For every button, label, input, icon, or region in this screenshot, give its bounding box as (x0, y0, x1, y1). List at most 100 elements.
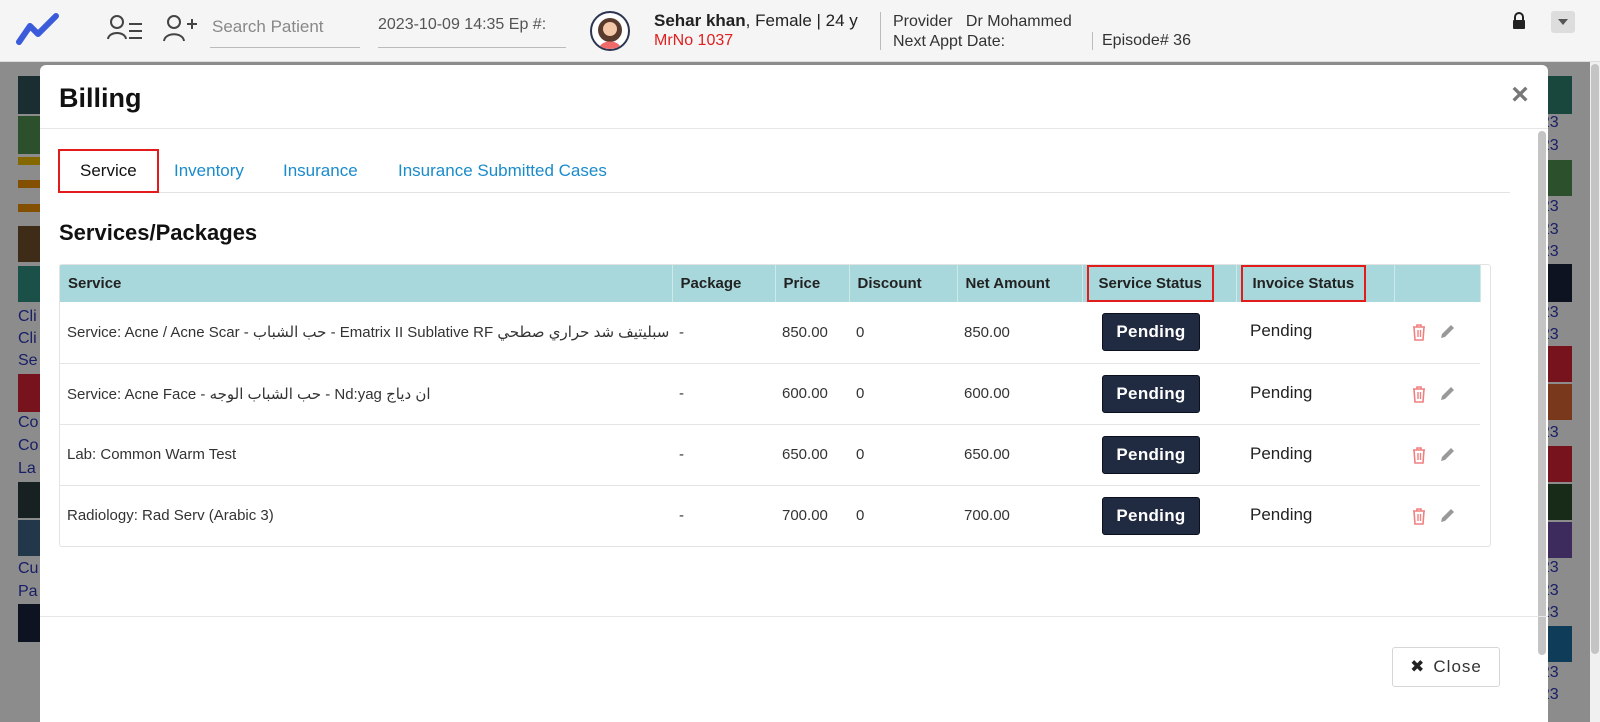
visit-datetime: 2023-10-09 14:35 Ep #: (378, 14, 566, 48)
modal-header: Billing × (40, 65, 1548, 129)
table-row: Service: Acne Face - حب الشباب الوجه - N… (60, 363, 1480, 425)
column-header-service: Service (60, 265, 673, 302)
patient-mrno: MrNo 1037 (654, 32, 734, 49)
table-row: Lab: Common Warm Test - 650.00 0 650.00 … (60, 424, 1480, 486)
cell-invoice-status: Pending (1236, 424, 1394, 486)
cell-service-status: Pending (1082, 363, 1236, 425)
provider-info: Provider Dr Mohammed Next Appt Date: (893, 12, 1072, 52)
cell-discount: 0 (856, 507, 865, 525)
cell-package: - (672, 424, 775, 486)
cell-service: Service: Acne Face - حب الشباب الوجه - N… (60, 363, 672, 425)
section-title: Services/Packages (59, 220, 258, 245)
service-status-button[interactable]: Pending (1102, 496, 1200, 535)
next-appt-label: Next Appt Date: (893, 33, 1006, 50)
episode-number: Episode# 36 (1102, 32, 1191, 49)
close-button-label: Close (1433, 657, 1482, 676)
tab-insurance-submitted-cases[interactable]: Insurance Submitted Cases (398, 149, 607, 193)
cell-discount: 0 (849, 302, 957, 364)
cell-invoice-status: Pending (1236, 302, 1394, 364)
app-logo-icon[interactable] (16, 12, 62, 46)
trash-icon[interactable] (1410, 384, 1428, 404)
cell-package: - (679, 507, 684, 525)
edit-pencil-icon[interactable] (1438, 322, 1456, 342)
invoice-status-text: Pending (1250, 321, 1313, 340)
column-header-invoice-status-label: Invoice Status (1240, 265, 1367, 302)
cell-invoice-status: Pending (1236, 363, 1394, 425)
modal-title: Billing (59, 83, 142, 113)
service-status-button[interactable]: Pending (1102, 374, 1200, 413)
cell-invoice-status: Pending (1236, 485, 1394, 546)
cell-service-status: Pending (1082, 302, 1236, 364)
cell-service-status: Pending (1082, 485, 1236, 546)
modal-scrollbar[interactable] (1536, 129, 1548, 657)
cell-actions (1394, 424, 1480, 486)
divider (880, 12, 881, 50)
user-menu-dropdown[interactable] (1551, 11, 1575, 33)
page-scrollbar[interactable] (1590, 62, 1600, 722)
billing-tabs: Service Inventory Insurance Insurance Su… (58, 147, 1510, 193)
invoice-status-text: Pending (1250, 504, 1313, 524)
cell-net-amount: 650.00 (957, 424, 1082, 486)
patient-name[interactable]: Sehar khan (654, 11, 746, 30)
tab-insurance[interactable]: Insurance (283, 149, 358, 193)
service-status-button[interactable]: Pending (1102, 435, 1200, 474)
services-table-container: Service Package Price Discount Net Amoun… (59, 264, 1491, 547)
column-header-invoice-status: Invoice Status (1236, 265, 1395, 302)
cell-actions (1394, 485, 1480, 546)
cell-price: 600.00 (775, 363, 849, 425)
tab-inventory[interactable]: Inventory (174, 149, 244, 193)
trash-icon[interactable] (1410, 506, 1428, 526)
table-header-row: Service Package Price Discount Net Amoun… (60, 265, 1481, 302)
provider-label: Provider (893, 13, 953, 30)
service-status-button[interactable]: Pending (1102, 313, 1200, 352)
cell-price: 700.00 (782, 507, 828, 525)
column-header-actions (1394, 265, 1481, 302)
patient-avatar[interactable] (590, 11, 630, 51)
cell-service: Service: Acne / Acne Scar - حب الشباب - … (60, 302, 672, 364)
close-icon[interactable]: × (1507, 80, 1533, 110)
modal-scrollbar-thumb[interactable] (1538, 131, 1546, 655)
provider-name: Dr Mohammed (965, 13, 1072, 30)
edit-pencil-icon[interactable] (1438, 506, 1456, 526)
invoice-status-text: Pending (1250, 382, 1313, 402)
trash-icon[interactable] (1410, 322, 1428, 342)
search-patient-field (210, 12, 360, 48)
avatar-icon (598, 18, 622, 49)
trash-icon[interactable] (1410, 445, 1428, 465)
close-button[interactable]: ✖ Close (1392, 647, 1500, 687)
cell-actions (1394, 302, 1480, 364)
cell-net-amount: 850.00 (957, 302, 1082, 364)
table-row: Service: Acne / Acne Scar - حب الشباب - … (60, 302, 1480, 364)
column-header-service-status: Service Status (1082, 265, 1237, 302)
cell-service: Lab: Common Warm Test (60, 424, 672, 486)
lock-icon[interactable] (1512, 12, 1526, 30)
edit-pencil-icon[interactable] (1438, 445, 1456, 465)
search-patient-input[interactable] (210, 12, 360, 42)
patient-meta: , Female | 24 y (745, 11, 858, 30)
column-header-net-amount: Net Amount (957, 265, 1083, 302)
invoice-status-text: Pending (1250, 443, 1313, 463)
cell-net-amount: 700.00 (964, 507, 1010, 525)
patient-list-icon[interactable] (106, 12, 144, 44)
cell-actions (1394, 363, 1480, 425)
edit-pencil-icon[interactable] (1438, 384, 1456, 404)
close-x-icon: ✖ (1410, 657, 1426, 676)
cell-service-status: Pending (1082, 424, 1236, 486)
cell-price: 650.00 (775, 424, 849, 486)
modal-footer: ✖ Close (40, 616, 1548, 722)
column-header-discount: Discount (849, 265, 958, 302)
tab-service[interactable]: Service (58, 149, 159, 193)
patient-info: Sehar khan, Female | 24 y MrNo 1037 (654, 11, 858, 50)
add-patient-icon[interactable] (162, 12, 200, 44)
column-header-package: Package (672, 265, 776, 302)
column-header-service-status-label: Service Status (1086, 265, 1214, 302)
cell-service: Radiology: Rad Serv (Arabic 3) (67, 507, 274, 525)
table-row: Radiology: Rad Serv (Arabic 3) - 700.00 … (60, 485, 1480, 546)
column-header-price: Price (775, 265, 850, 302)
page-scrollbar-thumb[interactable] (1591, 64, 1599, 654)
cell-discount: 0 (849, 424, 957, 486)
cell-discount: 0 (849, 363, 957, 425)
cell-package: - (672, 363, 775, 425)
cell-net-amount: 600.00 (957, 363, 1082, 425)
billing-modal: Billing × Service Inventory Insurance In… (40, 65, 1548, 722)
